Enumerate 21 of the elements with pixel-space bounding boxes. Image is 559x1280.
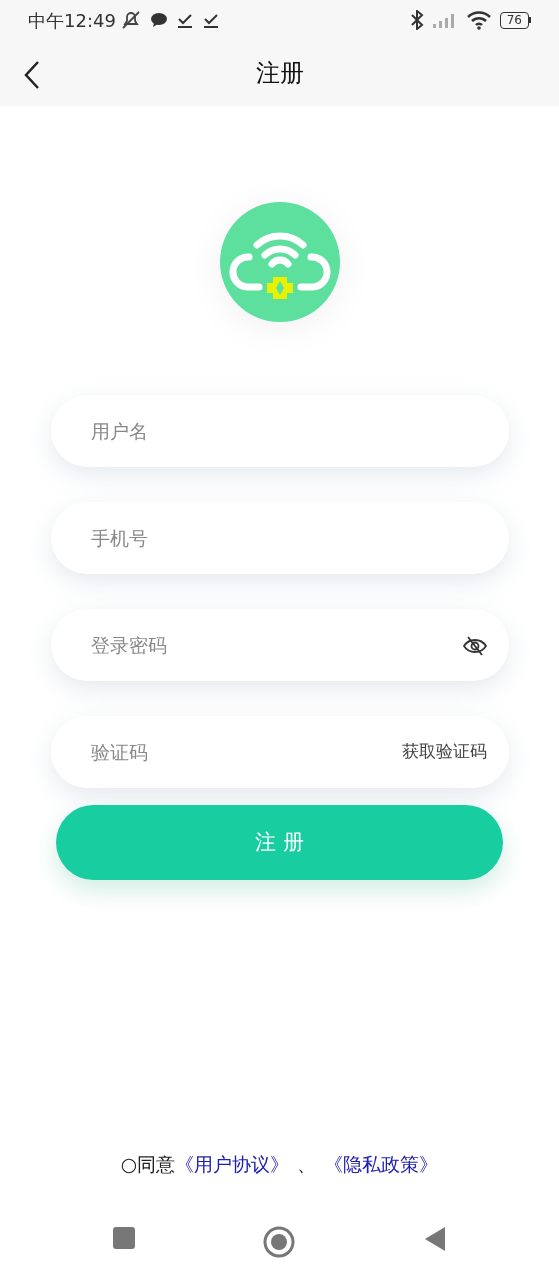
get-code-button[interactable]: 获取验证码 (402, 739, 487, 765)
page-title: 注册 (255, 58, 304, 88)
recent-apps-icon[interactable] (111, 1226, 136, 1250)
agree-label[interactable]: ○同意 (120, 1153, 176, 1175)
policy-link[interactable]: 《用户协议》 (175, 1153, 290, 1175)
input-field[interactable]: 用户名 (89, 415, 487, 447)
download-done-icon (201, 11, 220, 29)
bluetooth-icon (409, 10, 424, 30)
battery-level: 76 (499, 11, 529, 29)
input-field[interactable]: 手机号 (89, 522, 487, 554)
policy-link[interactable]: 《隐私政策》 (324, 1153, 439, 1175)
home-icon[interactable] (263, 1226, 296, 1258)
download-done-icon (175, 11, 194, 29)
wifi-icon (465, 10, 492, 30)
separator-text: 、 (297, 1153, 317, 1175)
input-field[interactable]: 登录密码 (89, 629, 463, 661)
input-field[interactable]: 验证码 (89, 736, 402, 768)
chat-icon (149, 12, 168, 28)
logo-icon (218, 201, 341, 323)
status-time: 中午12:49 (28, 8, 116, 33)
back-nav-icon[interactable] (423, 1226, 448, 1252)
